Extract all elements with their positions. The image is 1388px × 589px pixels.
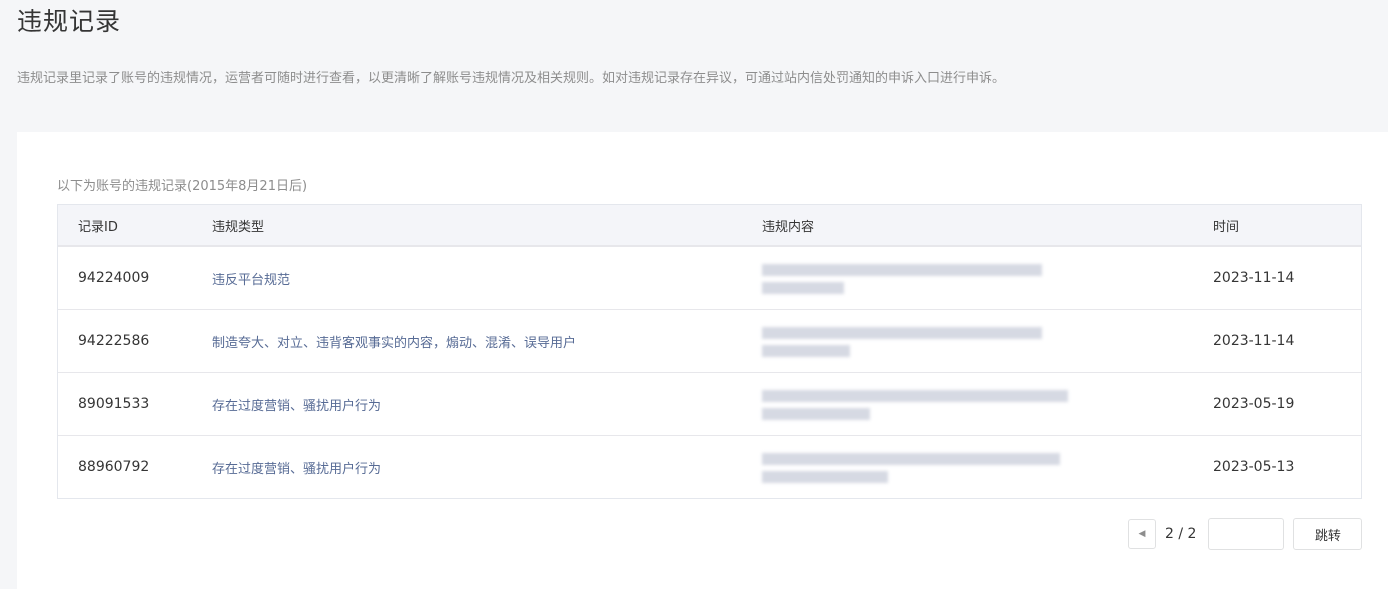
record-time: 2023-05-19 — [1213, 396, 1295, 412]
violation-content-redacted — [762, 373, 1072, 435]
violation-type-link[interactable]: 违反平台规范 — [212, 247, 290, 309]
column-header-type: 违规类型 — [212, 219, 265, 235]
page-title: 违规记录 — [17, 7, 122, 36]
table-row: 94224009 违反平台规范 2023-11-14 — [58, 246, 1361, 309]
pagination: ◀ 2 / 2 跳转 — [1128, 518, 1363, 550]
column-header-content: 违规内容 — [762, 219, 815, 235]
records-panel: 以下为账号的违规记录(2015年8月21日后) 记录ID 违规类型 违规内容 时… — [17, 132, 1388, 589]
page-status: 2 / 2 — [1165, 526, 1197, 542]
records-caption: 以下为账号的违规记录(2015年8月21日后) — [57, 179, 308, 194]
record-time: 2023-05-13 — [1213, 459, 1295, 475]
triangle-left-icon: ◀ — [1138, 529, 1146, 539]
violation-content-redacted — [762, 247, 1072, 309]
page-number-input[interactable] — [1208, 518, 1285, 550]
record-id: 94224009 — [78, 270, 150, 286]
records-table: 记录ID 违规类型 违规内容 时间 94224009 违反平台规范 2023-1… — [57, 204, 1362, 499]
record-id: 88960792 — [78, 459, 150, 475]
record-id: 94222586 — [78, 333, 150, 349]
table-row: 88960792 存在过度营销、骚扰用户行为 2023-05-13 — [58, 435, 1361, 498]
table-row: 89091533 存在过度营销、骚扰用户行为 2023-05-19 — [58, 372, 1361, 435]
violation-type-link[interactable]: 存在过度营销、骚扰用户行为 — [212, 373, 381, 435]
jump-button[interactable]: 跳转 — [1293, 518, 1363, 550]
violation-content-redacted — [762, 310, 1072, 372]
violation-type-link[interactable]: 制造夸大、对立、违背客观事实的内容，煽动、混淆、误导用户 — [212, 310, 576, 372]
record-time: 2023-11-14 — [1213, 333, 1295, 349]
table-header: 记录ID 违规类型 违规内容 时间 — [58, 205, 1361, 246]
page-description: 违规记录里记录了账号的违规情况，运营者可随时进行查看，以更清晰了解账号违规情况及… — [17, 71, 1006, 86]
record-time: 2023-11-14 — [1213, 270, 1295, 286]
record-id: 89091533 — [78, 396, 150, 412]
violation-type-link[interactable]: 存在过度营销、骚扰用户行为 — [212, 436, 381, 498]
table-row: 94222586 制造夸大、对立、违背客观事实的内容，煽动、混淆、误导用户 20… — [58, 309, 1361, 372]
violation-content-redacted — [762, 436, 1072, 498]
prev-page-button[interactable]: ◀ — [1128, 519, 1156, 549]
column-header-id: 记录ID — [78, 219, 118, 235]
column-header-time: 时间 — [1213, 219, 1240, 235]
